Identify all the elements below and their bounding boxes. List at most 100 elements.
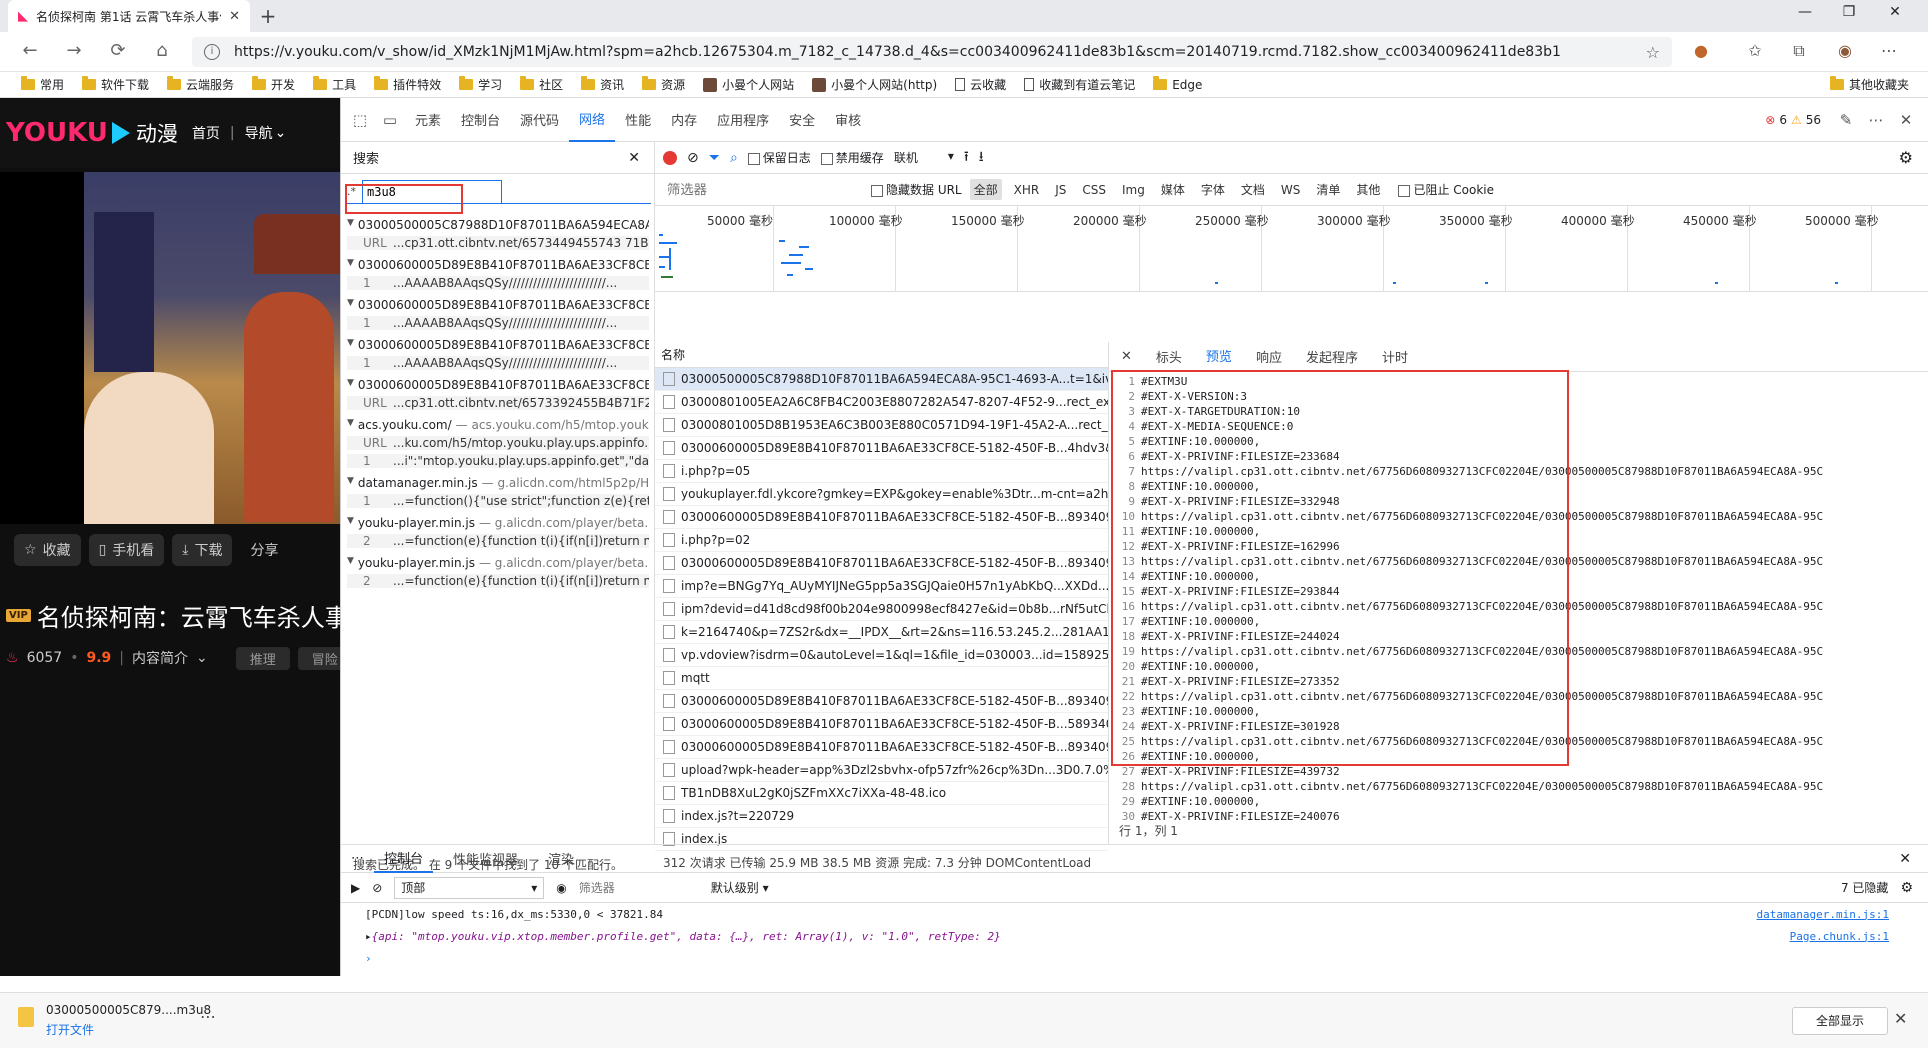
result-group[interactable]: ▼ 03000600005D89E8B410F87011BA6AE33CF8CE-… xyxy=(341,374,655,414)
bookmark-folder[interactable]: 资讯 xyxy=(572,76,633,93)
console-settings-icon[interactable]: ⚙ xyxy=(1900,880,1913,896)
settings-icon[interactable]: ⚙ xyxy=(1899,148,1913,167)
share-button[interactable]: 分享 xyxy=(240,534,288,566)
result-group[interactable]: ▼ datamanager.min.js — g.alicdn.com/html5p… xyxy=(341,472,655,512)
download-filename[interactable]: 03000500005C879....m3u8 xyxy=(46,1003,211,1017)
other-bookmarks[interactable]: 其他收藏夹 xyxy=(1821,76,1918,93)
result-line[interactable]: 1 ...AAAAB8AAqsQSy///////////////////////… xyxy=(347,356,649,370)
result-line[interactable]: 1 ...=function(){"use strict";function z(… xyxy=(347,494,649,508)
browser-tab[interactable]: ◣ 名侦探柯南 第1话 云霄飞车杀人事件 ✕ xyxy=(8,0,250,32)
eye-icon[interactable]: ◉ xyxy=(556,881,566,895)
restore-button[interactable]: ❐ xyxy=(1834,4,1864,20)
issue-counts[interactable]: ⊗ 6 ⚠ 56 xyxy=(1765,113,1821,127)
result-group[interactable]: ▼ 03000600005D89E8B410F87011BA6AE33CF8CE-… xyxy=(341,334,655,374)
hide-data-url-checkbox[interactable]: 隐藏数据 URL xyxy=(871,181,962,198)
home-icon[interactable]: ⌂ xyxy=(148,40,176,61)
tab-timing[interactable]: 计时 xyxy=(1370,342,1420,372)
console-filter-input[interactable] xyxy=(578,880,699,895)
device-toolbar-icon[interactable]: ▭ xyxy=(375,111,405,129)
bookmark-folder[interactable]: 开发 xyxy=(243,76,304,93)
type-filter-ws[interactable]: WS xyxy=(1277,181,1304,199)
request-row[interactable]: index.js?t=220729 xyxy=(655,805,1108,828)
url-text[interactable]: https://v.youku.com/v_show/id_XMzk1NjM1M… xyxy=(234,44,1646,60)
import-icon[interactable]: ⭱ xyxy=(964,146,969,170)
close-drawer-icon[interactable]: ✕ xyxy=(1899,851,1911,867)
tab-audits[interactable]: 审核 xyxy=(825,98,871,142)
drawer-tab-console[interactable]: 控制台 xyxy=(374,845,434,873)
bookmark-folder[interactable]: 常用 xyxy=(12,76,73,93)
result-line[interactable]: URL ...cp31.ott.cibntv.net/6573449455743 … xyxy=(347,236,649,250)
request-row[interactable]: youkuplayer.fdl.ykcore?gmkey=EXP&gokey=e… xyxy=(655,483,1108,506)
site-info-icon[interactable]: i xyxy=(204,44,220,60)
bookmark-folder[interactable]: 工具 xyxy=(304,76,365,93)
back-icon[interactable]: ← xyxy=(16,40,44,61)
type-filter-img[interactable]: Img xyxy=(1118,181,1149,199)
forward-icon[interactable]: → xyxy=(60,40,88,61)
result-line[interactable]: URL ...cp31.ott.cibntv.net/6573392455B4B7… xyxy=(347,396,649,410)
tab-sources[interactable]: 源代码 xyxy=(510,98,569,142)
collections-icon[interactable]: ⧉ xyxy=(1786,41,1812,61)
request-row[interactable]: 03000600005D89E8B410F87011BA6AE33CF8CE-5… xyxy=(655,552,1108,575)
tab-security[interactable]: 安全 xyxy=(779,98,825,142)
tag-pill[interactable]: 冒险 xyxy=(297,646,340,670)
request-row[interactable]: 03000600005D89E8B410F87011BA6AE33CF8CE-5… xyxy=(655,506,1108,529)
tab-console[interactable]: 控制台 xyxy=(451,98,510,142)
request-row[interactable]: imp?e=BNGg7Yq_AUyMYIJNeG5pp5a3SGJQaie0H5… xyxy=(655,575,1108,598)
disable-cache-checkbox[interactable]: 禁用缓存 xyxy=(820,149,884,166)
result-line[interactable]: 1 ...AAAAB8AAqsQSy///////////////////////… xyxy=(347,316,649,330)
more-menu-icon[interactable]: ⋯ xyxy=(1876,41,1902,60)
tag-pill[interactable]: 推理 xyxy=(235,646,290,670)
type-filter-all[interactable]: 全部 xyxy=(969,179,1002,200)
type-filter-js[interactable]: JS xyxy=(1051,181,1070,199)
network-timeline[interactable]: 50000 毫秒 100000 毫秒 150000 毫秒 200000 毫秒 2… xyxy=(655,206,1928,292)
open-file-link[interactable]: 打开文件 xyxy=(46,1021,94,1038)
clear-icon[interactable]: ⊘ xyxy=(687,150,699,166)
extension-icon[interactable]: ● xyxy=(1688,41,1714,60)
type-filter-other[interactable]: 其他 xyxy=(1352,179,1384,200)
bookmark-folder[interactable]: 学习 xyxy=(450,76,511,93)
type-filter-xhr[interactable]: XHR xyxy=(1010,181,1044,199)
result-line[interactable]: 1 ...i":"mtop.youku.play.ups.appinfo.get"… xyxy=(347,454,649,468)
drawer-tab-rendering[interactable]: 渲染 xyxy=(538,845,584,873)
bookmark-folder[interactable]: 资源 xyxy=(633,76,694,93)
address-bar[interactable]: i https://v.youku.com/v_show/id_XMzk1NjM… xyxy=(192,37,1672,67)
mobile-watch-button[interactable]: ▯ 手机看 xyxy=(88,534,165,566)
feedback-icon[interactable]: ✎ xyxy=(1831,111,1861,129)
tab-performance[interactable]: 性能 xyxy=(615,98,661,142)
context-select[interactable]: 顶部 ▾ xyxy=(394,876,545,899)
profile-avatar[interactable]: ◉ xyxy=(1832,41,1858,60)
type-filter-css[interactable]: CSS xyxy=(1078,181,1110,199)
tab-response[interactable]: 响应 xyxy=(1244,342,1294,372)
filter-icon[interactable]: ⏷ xyxy=(709,150,720,166)
result-line[interactable]: 1 ...AAAAB8AAqsQSy///////////////////////… xyxy=(347,276,649,290)
nav-home[interactable]: 首页 xyxy=(192,123,220,143)
intro-link[interactable]: 内容简介 xyxy=(132,648,188,668)
search-icon[interactable]: ⌕ xyxy=(730,150,738,166)
download-button[interactable]: ⤓ 下载 xyxy=(172,534,233,566)
request-row[interactable]: 03000600005D89E8B410F87011BA6AE33CF8CE-5… xyxy=(655,690,1108,713)
request-row[interactable]: ipm?devid=d41d8cd98f00b204e9800998ecf842… xyxy=(655,598,1108,621)
console-source-link[interactable]: Page.chunk.js:1 xyxy=(1790,930,1889,943)
more-options-icon[interactable]: ⋯ xyxy=(1861,111,1891,129)
new-tab-button[interactable]: + xyxy=(256,4,280,28)
sidebar-toggle-icon[interactable]: ▶ xyxy=(351,881,360,895)
request-row[interactable]: 03000801005D8B1953EA6C3B003E880C0571D94-… xyxy=(655,414,1108,437)
request-row[interactable]: 03000801005EA2A6C8FB4C2003E8807282A547-8… xyxy=(655,391,1108,414)
youku-logo[interactable]: YOUKU xyxy=(6,118,108,148)
preserve-log-checkbox[interactable]: 保留日志 xyxy=(747,149,811,166)
request-row[interactable]: k=2164740&p=7ZS2r&dx=__IPDX__&rt=2&ns=11… xyxy=(655,621,1108,644)
log-level-select[interactable]: 默认级别 ▾ xyxy=(711,879,769,896)
request-row[interactable]: 03000600005D89E8B410F87011BA6AE33CF8CE-5… xyxy=(655,713,1108,736)
request-row[interactable]: upload?wpk-header=app%3Dzl2sbvhx-ofp57zf… xyxy=(655,759,1108,782)
request-row[interactable]: TB1nDB8XuL2gK0jSZFmXXc7iXXa-48-48.ico xyxy=(655,782,1108,805)
request-row[interactable]: 03000600005D89E8B410F87011BA6AE33CF8CE-5… xyxy=(655,736,1108,759)
bookmark-link[interactable]: 小曼个人网站 xyxy=(694,76,803,93)
bookmark-link[interactable]: 小曼个人网站(http) xyxy=(803,76,946,93)
result-group[interactable]: ▼ youku-player.min.js — g.alicdn.com/playe… xyxy=(341,512,655,552)
close-preview-icon[interactable]: ✕ xyxy=(1109,342,1144,372)
video-player[interactable] xyxy=(0,172,340,524)
close-search-icon[interactable]: ✕ xyxy=(628,150,640,166)
network-filter-input[interactable] xyxy=(663,178,843,201)
request-row[interactable]: i.php?p=02 xyxy=(655,529,1108,552)
clear-console-icon[interactable]: ⊘ xyxy=(372,881,382,895)
